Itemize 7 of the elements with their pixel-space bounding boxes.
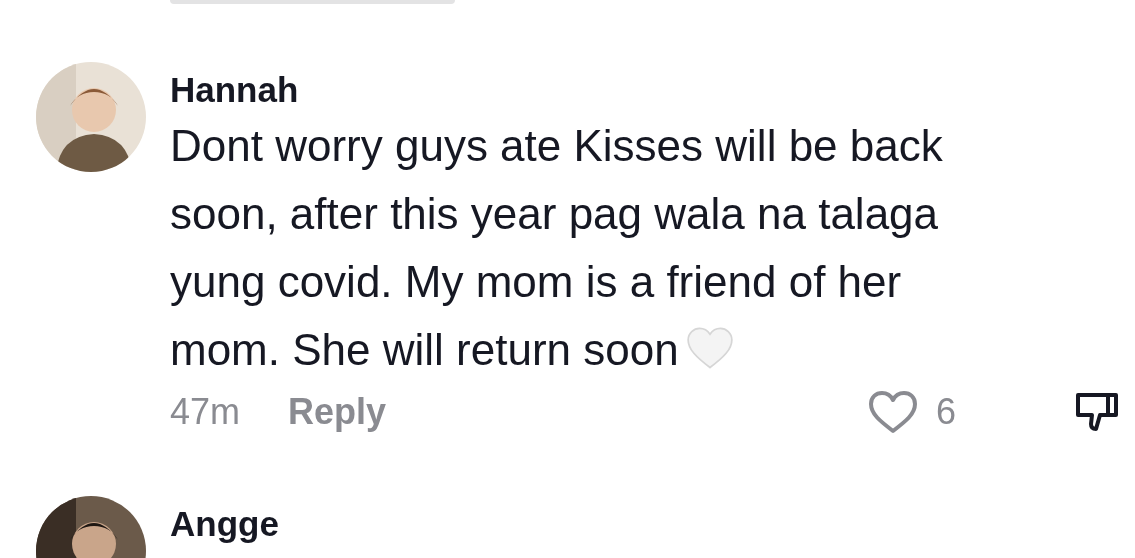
thumbs-down-icon[interactable] xyxy=(1074,391,1120,433)
comment-time: 47m xyxy=(170,391,241,433)
comment-text: Dont worry guys ate Kisses will be back soon, after this year pag wala na talaga yung covid. My mom is a friend of her mom. She will return soon xyxy=(170,120,944,376)
heart-icon[interactable] xyxy=(867,390,918,434)
comment-author[interactable]: Angge xyxy=(170,504,279,544)
comment-author[interactable]: Hannah xyxy=(170,70,299,110)
like-count: 6 xyxy=(935,391,956,433)
